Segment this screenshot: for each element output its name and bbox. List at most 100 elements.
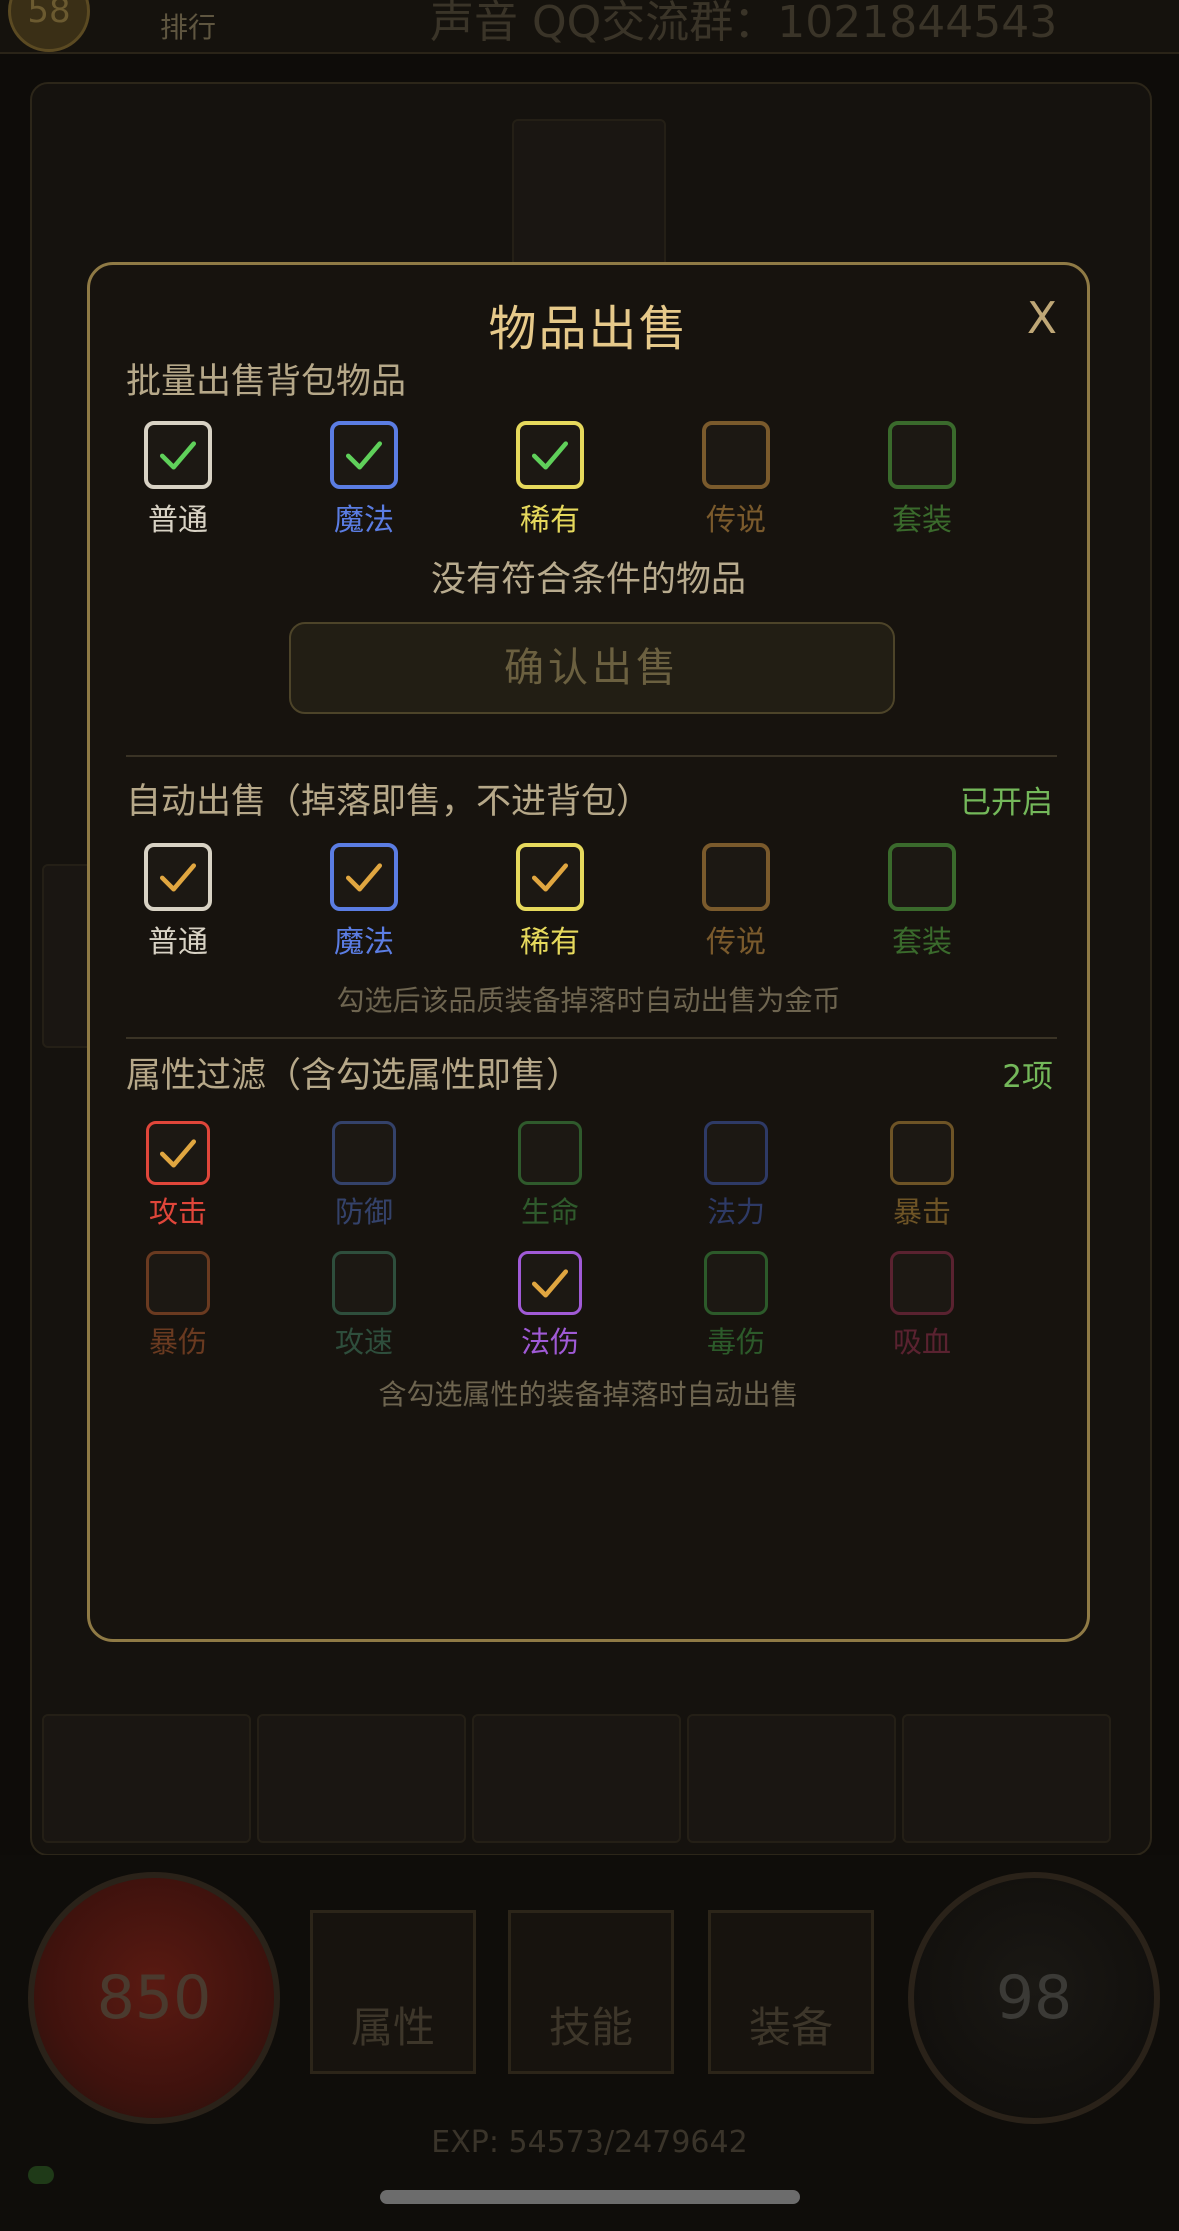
check-icon bbox=[159, 1139, 197, 1168]
hp-orb: 850 bbox=[28, 1872, 280, 2124]
home-indicator[interactable] bbox=[380, 2190, 800, 2204]
batch-quality-option[interactable]: 套装 bbox=[867, 421, 977, 539]
qq-group-text: 声音 QQ交流群：1021844543 bbox=[430, 0, 1058, 48]
checkbox[interactable] bbox=[516, 843, 584, 911]
item-slot[interactable] bbox=[687, 1714, 896, 1843]
checkbox[interactable] bbox=[702, 843, 770, 911]
auto-sell-status: 已开启 bbox=[960, 785, 1053, 821]
exp-text: EXP: 54573/2479642 bbox=[431, 2125, 748, 2160]
check-icon bbox=[159, 441, 197, 470]
auto-sell-quality-option[interactable]: 魔法 bbox=[309, 843, 419, 961]
attr-filter-option[interactable]: 暴伤 bbox=[123, 1251, 233, 1361]
checkbox-label: 魔法 bbox=[334, 503, 394, 538]
attr-filter-count: 2项 bbox=[1002, 1059, 1053, 1095]
checkbox-label: 防御 bbox=[334, 1195, 393, 1229]
attr-filter-option[interactable]: 法伤 bbox=[495, 1251, 605, 1361]
item-slot[interactable] bbox=[42, 1714, 251, 1843]
divider bbox=[126, 1037, 1057, 1039]
mp-orb: 98 bbox=[908, 1872, 1160, 2124]
attr-filter-option[interactable]: 法力 bbox=[681, 1121, 791, 1231]
confirm-sell-button[interactable]: 确认出售 bbox=[289, 622, 895, 714]
checkbox-label: 普通 bbox=[148, 503, 208, 538]
attr-filter-option[interactable]: 攻击 bbox=[123, 1121, 233, 1231]
item-sale-dialog: 物品出售 X 批量出售背包物品 普通 魔法 稀有 传说 套装 没有符合条件的物品 确认出… bbox=[87, 262, 1090, 1642]
check-icon bbox=[345, 441, 383, 470]
checkbox-label: 暴伤 bbox=[148, 1325, 207, 1359]
equipment-slot[interactable] bbox=[512, 119, 666, 273]
checkbox[interactable] bbox=[890, 1251, 954, 1315]
skills-button[interactable]: 技能 bbox=[508, 1910, 674, 2074]
batch-quality-option[interactable]: 稀有 bbox=[495, 421, 605, 539]
attr-filter-option[interactable]: 暴击 bbox=[867, 1121, 977, 1231]
rank-button[interactable]: 排行 bbox=[160, 6, 216, 46]
hp-value: 850 bbox=[96, 1963, 212, 2033]
check-icon bbox=[531, 863, 569, 892]
equipment-button[interactable]: 装备 bbox=[708, 1910, 874, 2074]
attr-filter-option[interactable]: 攻速 bbox=[309, 1251, 419, 1361]
checkbox-label: 传说 bbox=[706, 503, 766, 538]
checkbox[interactable] bbox=[144, 843, 212, 911]
checkbox[interactable] bbox=[146, 1251, 210, 1315]
batch-quality-option[interactable]: 魔法 bbox=[309, 421, 419, 539]
attr-filter-option[interactable]: 生命 bbox=[495, 1121, 605, 1231]
check-icon bbox=[159, 863, 197, 892]
checkbox[interactable] bbox=[330, 843, 398, 911]
checkbox[interactable] bbox=[704, 1251, 768, 1315]
top-bar: 58 排行 声音 QQ交流群：1021844543 bbox=[0, 0, 1179, 54]
checkbox-label: 攻击 bbox=[148, 1195, 207, 1229]
checkbox[interactable] bbox=[890, 1121, 954, 1185]
checkbox-label: 暴击 bbox=[892, 1195, 951, 1229]
auto-sell-quality-option[interactable]: 普通 bbox=[123, 843, 233, 961]
checkbox[interactable] bbox=[888, 421, 956, 489]
checkbox-label: 套装 bbox=[892, 925, 952, 960]
checkbox[interactable] bbox=[518, 1121, 582, 1185]
checkbox[interactable] bbox=[330, 421, 398, 489]
item-slot[interactable] bbox=[472, 1714, 681, 1843]
attr-filter-title: 属性过滤（含勾选属性即售） bbox=[126, 1056, 582, 1096]
attr-filter-option[interactable]: 毒伤 bbox=[681, 1251, 791, 1361]
checkbox[interactable] bbox=[704, 1121, 768, 1185]
close-button[interactable]: X bbox=[1027, 293, 1057, 344]
auto-sell-hint: 勾选后该品质装备掉落时自动出售为金币 bbox=[336, 984, 841, 1017]
attributes-button[interactable]: 属性 bbox=[310, 1910, 476, 2074]
checkbox-label: 稀有 bbox=[520, 925, 580, 960]
auto-sell-quality-option[interactable]: 传说 bbox=[681, 843, 791, 961]
checkbox-label: 法伤 bbox=[520, 1325, 579, 1359]
auto-sell-quality-option[interactable]: 套装 bbox=[867, 843, 977, 961]
checkbox[interactable] bbox=[518, 1251, 582, 1315]
level-badge: 58 bbox=[8, 0, 90, 52]
equipment-label: 装备 bbox=[748, 2003, 833, 2052]
checkbox[interactable] bbox=[888, 843, 956, 911]
no-items-message: 没有符合条件的物品 bbox=[430, 560, 746, 600]
checkbox-label: 普通 bbox=[148, 925, 208, 960]
item-slot[interactable] bbox=[902, 1714, 1111, 1843]
attr-filter-option[interactable]: 防御 bbox=[309, 1121, 419, 1231]
checkbox-label: 稀有 bbox=[520, 503, 580, 538]
checkbox-label: 传说 bbox=[706, 925, 766, 960]
checkbox[interactable] bbox=[144, 421, 212, 489]
checkbox-label: 魔法 bbox=[334, 925, 394, 960]
check-icon bbox=[345, 863, 383, 892]
checkbox[interactable] bbox=[146, 1121, 210, 1185]
batch-quality-option[interactable]: 普通 bbox=[123, 421, 233, 539]
checkbox-label: 吸血 bbox=[892, 1325, 951, 1359]
attr-filter-hint: 含勾选属性的装备掉落时自动出售 bbox=[378, 1378, 799, 1411]
checkbox-label: 攻速 bbox=[334, 1325, 393, 1359]
checkbox-label: 套装 bbox=[892, 503, 952, 538]
auto-sell-title: 自动出售（掉落即售，不进背包） bbox=[126, 782, 652, 822]
checkbox[interactable] bbox=[332, 1121, 396, 1185]
auto-sell-quality-option[interactable]: 稀有 bbox=[495, 843, 605, 961]
checkbox[interactable] bbox=[702, 421, 770, 489]
checkbox-label: 生命 bbox=[520, 1195, 579, 1229]
status-dot bbox=[28, 2166, 54, 2184]
batch-sell-title: 批量出售背包物品 bbox=[126, 362, 407, 402]
mp-value: 98 bbox=[995, 1963, 1073, 2033]
dialog-title: 物品出售 bbox=[488, 301, 689, 357]
attr-filter-option[interactable]: 吸血 bbox=[867, 1251, 977, 1361]
checkbox-label: 毒伤 bbox=[706, 1325, 765, 1359]
batch-quality-option[interactable]: 传说 bbox=[681, 421, 791, 539]
checkbox[interactable] bbox=[332, 1251, 396, 1315]
checkbox-label: 法力 bbox=[706, 1195, 765, 1229]
item-slot[interactable] bbox=[257, 1714, 466, 1843]
checkbox[interactable] bbox=[516, 421, 584, 489]
